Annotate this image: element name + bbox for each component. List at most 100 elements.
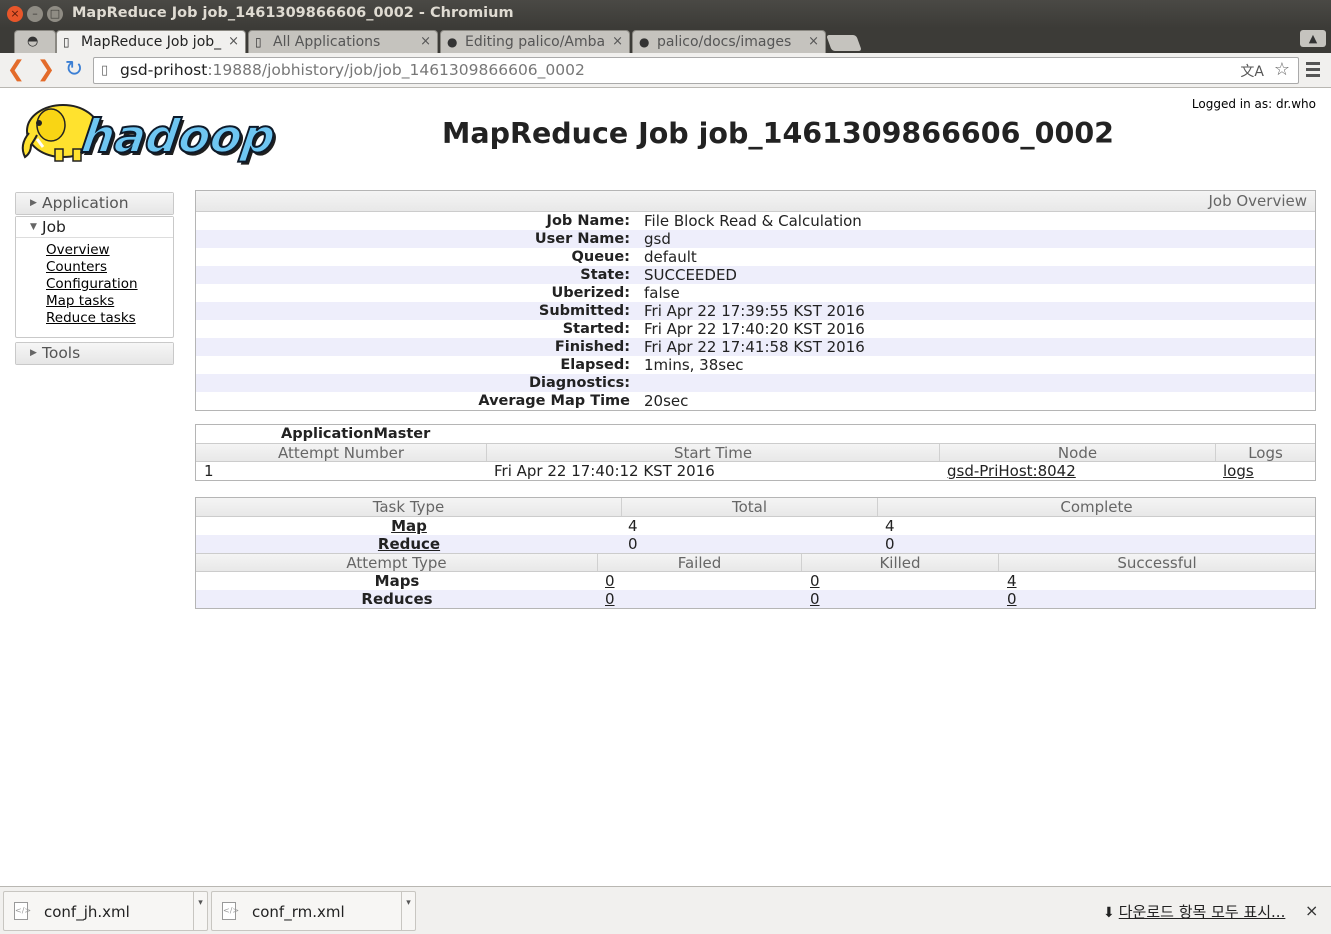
am-header-attempt: Attempt Number: [196, 444, 487, 462]
window-title: MapReduce Job job_1461309866606_0002 - C…: [72, 5, 514, 21]
github-icon: ●: [639, 35, 650, 49]
reduces-attempt-type: Reduces: [361, 590, 433, 608]
map-tasks-link[interactable]: Map: [391, 517, 427, 535]
tab-pinned[interactable]: ◓: [14, 30, 56, 53]
logo-wordmark-fill: hadoop: [78, 109, 278, 163]
chevron-down-icon[interactable]: ▾: [193, 892, 207, 930]
nav-link-map-tasks[interactable]: Map tasks: [46, 293, 173, 310]
chevron-right-icon: ▶: [30, 198, 37, 208]
nav-link-configuration[interactable]: Configuration: [46, 276, 173, 293]
download-item[interactable]: </> conf_jh.xml ▾: [3, 891, 208, 931]
reduce-tasks-link[interactable]: Reduce: [378, 535, 440, 553]
attempts-header-killed: Killed: [802, 554, 999, 572]
tab-strip: ◓ ▯ MapReduce Job job_ × ▯ All Applicati…: [0, 28, 1331, 53]
am-caption: ApplicationMaster: [281, 426, 431, 442]
nav-link-counters[interactable]: Counters: [46, 259, 173, 276]
tab-close-icon[interactable]: ×: [808, 34, 819, 49]
chevron-down-icon[interactable]: ▾: [401, 892, 415, 930]
tasks-header-total: Total: [622, 498, 878, 516]
overview-row: Diagnostics:: [196, 374, 1315, 392]
overview-row: Uberized: false: [551, 284, 680, 302]
show-all-label: 다운로드 항목 모두 표시...: [1118, 903, 1286, 921]
application-master-table: ApplicationMaster Attempt Number Start T…: [195, 424, 1316, 481]
maps-successful-link[interactable]: 4: [1007, 572, 1017, 590]
am-node-link[interactable]: gsd-PriHost:8042: [947, 462, 1076, 480]
tab-label: Editing palico/Amba: [465, 34, 606, 50]
tab-close-icon[interactable]: ×: [612, 34, 623, 49]
tasks-header-type: Task Type: [196, 498, 622, 516]
table-row: Maps 0 0 4: [196, 572, 1315, 590]
menu-icon[interactable]: [1306, 62, 1320, 78]
page-icon: ▯: [101, 63, 109, 78]
browser-toolbar: ❮ ❯ ↻ ▯ gsd-prihost:19888/jobhistory/job…: [0, 53, 1331, 88]
show-all-downloads-link[interactable]: ⬇ 다운로드 항목 모두 표시...: [1103, 901, 1285, 922]
nav-application[interactable]: ▶ Application: [15, 192, 174, 215]
nav-tools-label: Tools: [42, 344, 81, 362]
back-button[interactable]: ❮: [4, 58, 28, 82]
nav-application-header[interactable]: ▶ Application: [16, 193, 173, 214]
tab-mapreduce-job[interactable]: ▯ MapReduce Job job_ ×: [56, 30, 246, 53]
page-content: Logged in as: dr.who hadoop hadoop MapRe…: [1, 89, 1330, 886]
page-title: MapReduce Job job_1461309866606_0002: [442, 117, 1114, 150]
download-filename: conf_rm.xml: [252, 903, 345, 921]
am-logs-link[interactable]: logs: [1223, 462, 1254, 480]
reduces-successful-link[interactable]: 0: [1007, 590, 1017, 608]
attempts-header-row: Attempt Type Failed Killed Successful: [196, 553, 1315, 572]
tab-palico-docs[interactable]: ● palico/docs/images ×: [632, 30, 826, 53]
tab-label: palico/docs/images: [657, 34, 792, 50]
maps-killed-link[interactable]: 0: [810, 572, 820, 590]
download-icon: ⬇: [1103, 905, 1115, 921]
new-tab-button[interactable]: [826, 35, 862, 51]
translate-icon[interactable]: 文A: [1240, 61, 1264, 81]
nav-tools[interactable]: ▶ Tools: [15, 342, 174, 365]
address-bar[interactable]: ▯ gsd-prihost:19888/jobhistory/job/job_1…: [93, 57, 1299, 84]
maps-failed-link[interactable]: 0: [605, 572, 615, 590]
nav-link-overview[interactable]: Overview: [46, 242, 173, 259]
nav-job: ▼ Job Overview Counters Configuration Ma…: [15, 216, 174, 338]
tab-all-applications[interactable]: ▯ All Applications ×: [248, 30, 438, 53]
logged-in-label: Logged in as: dr.who: [1191, 97, 1316, 111]
download-item[interactable]: </> conf_rm.xml ▾: [211, 891, 416, 931]
window-close-button[interactable]: ×: [7, 6, 23, 22]
window-maximize-button[interactable]: □: [47, 6, 63, 22]
tab-close-icon[interactable]: ×: [420, 34, 431, 49]
tab-label: MapReduce Job job_: [81, 34, 222, 50]
close-icon[interactable]: ×: [1305, 901, 1318, 920]
window-minimize-button[interactable]: –: [27, 6, 43, 22]
bookmark-star-icon[interactable]: ☆: [1274, 59, 1290, 80]
reduces-killed-link[interactable]: 0: [810, 590, 820, 608]
reduce-complete: 0: [885, 535, 895, 553]
overview-row: Queue: default: [571, 248, 697, 266]
attempts-header-failed: Failed: [598, 554, 802, 572]
tab-close-icon[interactable]: ×: [228, 34, 239, 49]
attempts-header-successful: Successful: [1117, 554, 1197, 572]
url-path: :19888/jobhistory/job/job_1461309866606_…: [207, 61, 585, 79]
tasks-header-complete: Complete: [1060, 498, 1133, 516]
overview-row: Started: Fri Apr 22 17:40:20 KST 2016: [562, 320, 865, 338]
download-bar: </> conf_jh.xml ▾ </> conf_rm.xml ▾ ⬇ 다운로…: [0, 886, 1331, 934]
nav-link-reduce-tasks[interactable]: Reduce tasks: [46, 310, 173, 327]
tab-editing-palico[interactable]: ● Editing palico/Amba ×: [440, 30, 630, 53]
job-overview-heading: Job Overview: [196, 191, 1315, 212]
reload-button[interactable]: ↻: [62, 58, 86, 82]
nav-job-header[interactable]: ▼ Job: [16, 217, 173, 238]
overview-row: Average Map Time 20sec: [478, 392, 689, 410]
am-header-start: Start Time: [487, 444, 940, 462]
reduce-total: 0: [628, 535, 638, 553]
table-row: Map 4 4: [196, 517, 1315, 535]
profile-icon[interactable]: ▲: [1300, 30, 1326, 47]
reduces-failed-link[interactable]: 0: [605, 590, 615, 608]
am-start-time: Fri Apr 22 17:40:12 KST 2016: [494, 462, 715, 480]
page-icon: ▯: [63, 35, 70, 49]
nav-application-label: Application: [42, 194, 129, 212]
overview-row: Submitted: Fri Apr 22 17:39:55 KST 2016: [196, 302, 1315, 320]
hadoop-logo: hadoop hadoop: [15, 95, 315, 167]
page-icon: ▯: [255, 35, 262, 49]
forward-button[interactable]: ❯: [34, 58, 58, 82]
table-row: Reduces 0 0 0: [196, 590, 1315, 608]
am-header-node: Node: [940, 444, 1216, 462]
nav-tools-header[interactable]: ▶ Tools: [16, 343, 173, 364]
overview-row: User Name: gsd: [196, 230, 1315, 248]
nav-job-label: Job: [42, 218, 66, 236]
am-header-row: Attempt Number Start Time Node Logs: [196, 443, 1315, 462]
